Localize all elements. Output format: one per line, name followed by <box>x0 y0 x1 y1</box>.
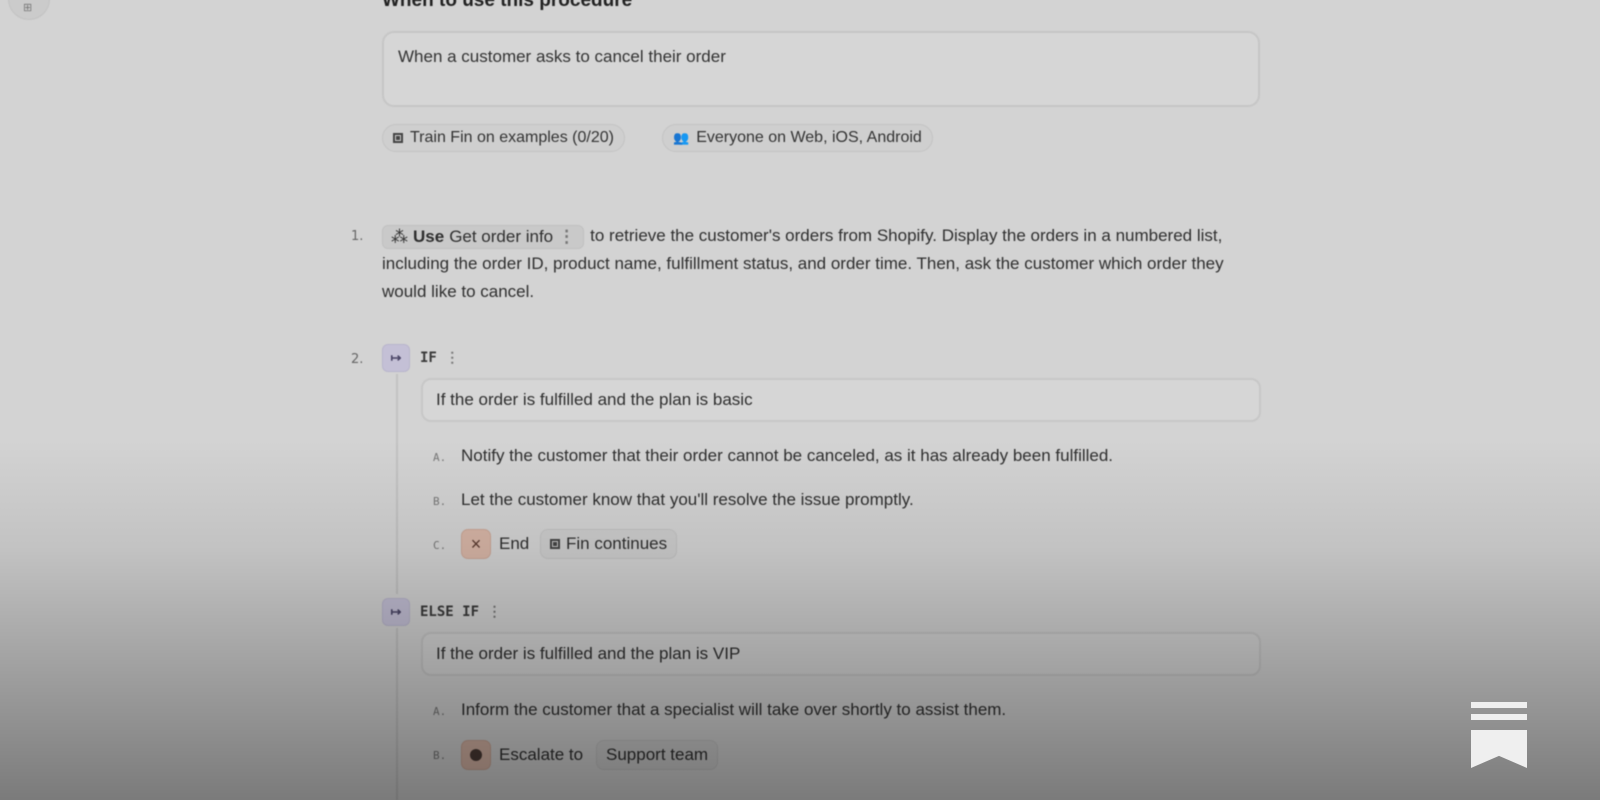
trigger-text: When a customer asks to cancel their ord… <box>398 47 726 66</box>
elseif-label: ELSE IF <box>420 604 480 620</box>
elseif-substep-marker-a: A. <box>433 705 447 718</box>
elseif-label-group: ELSE IF ⋮ <box>420 604 501 620</box>
if-label: IF <box>420 350 437 366</box>
bookmark-icon[interactable] <box>1471 702 1527 768</box>
elseif-branch-line <box>396 628 398 800</box>
tool-icon: ⁂ <box>391 226 408 246</box>
if-branch-line <box>396 374 398 594</box>
audience-chip[interactable]: 👥 Everyone on Web, iOS, Android <box>662 124 933 152</box>
branch-if-icon[interactable]: ↦ <box>382 344 410 372</box>
procedure-editor: ⊞ When to use this procedure When a cust… <box>0 0 1600 800</box>
escalate-label: Escalate to <box>499 745 584 764</box>
if-condition-text: If the order is fulfilled and the plan i… <box>436 390 753 409</box>
substep-marker-b: B. <box>433 495 447 508</box>
train-fin-chip[interactable]: Train Fin on examples (0/20) <box>382 124 625 152</box>
escalate-icon[interactable] <box>461 740 491 770</box>
train-fin-label: Train Fin on examples (0/20) <box>410 129 614 146</box>
elseif-substep-marker-b: B. <box>433 749 447 762</box>
support-team-label: Support team <box>606 745 709 764</box>
people-icon: 👥 <box>673 130 690 145</box>
if-menu-icon[interactable]: ⋮ <box>445 350 459 366</box>
corner-icon: ⊞ <box>23 2 33 14</box>
substep-b-text: Let the customer know that you'll resolv… <box>461 490 914 509</box>
corner-button[interactable]: ⊞ <box>8 0 50 20</box>
substep-marker-a: A. <box>433 451 447 464</box>
substep-marker-c: C. <box>433 539 447 552</box>
substep-a-text: Notify the customer that their order can… <box>461 446 1114 465</box>
elseif-substep-a-text: Inform the customer that a specialist wi… <box>461 700 1007 719</box>
fin-icon <box>393 133 403 143</box>
elseif-menu-icon[interactable]: ⋮ <box>487 604 501 620</box>
elseif-condition-text: If the order is fulfilled and the plan i… <box>436 644 741 663</box>
support-team-chip[interactable]: Support team <box>596 740 719 770</box>
tool-name: Get order info <box>449 226 554 246</box>
use-label: Use <box>413 226 445 246</box>
branch-elseif-icon[interactable]: ↦ <box>382 598 410 626</box>
section-title: When to use this procedure <box>382 0 633 11</box>
step-number-1: 1. <box>351 229 364 244</box>
audience-label: Everyone on Web, iOS, Android <box>696 129 922 146</box>
end-label: End <box>499 534 530 553</box>
step-1-text-block: ⁂ Use Get order info ⋮ to retrieve the c… <box>382 222 1252 306</box>
elseif-condition-input[interactable]: If the order is fulfilled and the plan i… <box>421 632 1261 676</box>
fin-continues-chip[interactable]: Fin continues <box>540 529 678 559</box>
end-icon[interactable]: × <box>461 529 491 559</box>
use-tool-chip[interactable]: ⁂ Use Get order info ⋮ <box>382 223 585 251</box>
if-label-group: IF ⋮ <box>420 350 459 366</box>
fin-continues-icon <box>550 539 560 549</box>
tool-menu-icon[interactable]: ⋮ <box>558 223 575 251</box>
step-number-2: 2. <box>351 352 364 367</box>
trigger-input[interactable]: When a customer asks to cancel their ord… <box>382 31 1260 107</box>
fin-continues-label: Fin continues <box>566 534 668 553</box>
if-condition-input[interactable]: If the order is fulfilled and the plan i… <box>421 378 1261 422</box>
